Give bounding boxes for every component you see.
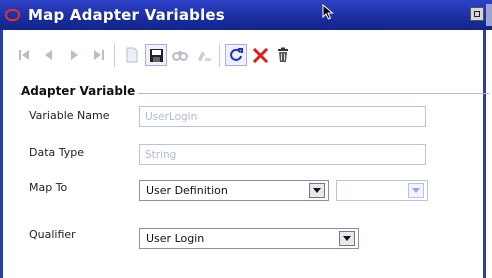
map-to-dropdown-button[interactable] (309, 183, 325, 198)
variable-name-field[interactable]: UserLogin (139, 106, 426, 127)
qualifier-value: User Login (146, 232, 205, 245)
window-title: Map Adapter Variables (28, 6, 225, 24)
map-to-label: Map To (29, 181, 68, 194)
data-type-field[interactable]: String (139, 144, 426, 165)
last-record-button[interactable] (88, 44, 110, 66)
restore-window-button[interactable] (470, 7, 484, 21)
dialog-body: Adapter Variable Variable Name UserLogin… (0, 30, 489, 278)
first-record-button[interactable] (13, 44, 35, 66)
next-record-button[interactable] (63, 44, 85, 66)
next-record-icon (71, 50, 78, 60)
map-to-secondary-dropdown-button[interactable] (408, 183, 424, 198)
map-to-value: User Definition (146, 184, 228, 197)
toolbar-separator (114, 44, 115, 67)
cancel-button[interactable] (249, 44, 271, 66)
window-edge (486, 4, 492, 26)
toolbar-separator (219, 44, 220, 67)
qualifier-label: Qualifier (29, 228, 76, 241)
variable-name-label: Variable Name (29, 109, 110, 122)
save-button[interactable] (145, 44, 167, 66)
previous-record-button[interactable] (38, 44, 60, 66)
clear-icon (198, 51, 211, 61)
oracle-logo-icon (5, 9, 20, 21)
chevron-down-icon (313, 187, 321, 193)
new-document-button[interactable] (121, 44, 143, 66)
toolbar (13, 41, 483, 71)
find-icon (172, 51, 188, 61)
chevron-down-icon (412, 187, 420, 193)
qualifier-dropdown-button[interactable] (339, 231, 355, 246)
refresh-button[interactable] (225, 44, 247, 66)
qualifier-select[interactable]: User Login (139, 228, 359, 249)
delete-icon (278, 47, 288, 62)
cancel-icon (252, 47, 268, 63)
previous-record-icon (45, 50, 52, 60)
map-to-select[interactable]: User Definition (139, 180, 329, 201)
data-type-label: Data Type (29, 146, 85, 159)
adapter-variable-group: Adapter Variable Variable Name UserLogin… (19, 84, 489, 274)
chevron-down-icon (343, 235, 351, 241)
new-document-icon (126, 47, 138, 63)
map-to-secondary-select[interactable] (336, 180, 428, 201)
find-button[interactable] (169, 44, 191, 66)
group-title: Adapter Variable (21, 84, 139, 98)
title-bar: Map Adapter Variables (0, 0, 492, 30)
mouse-cursor-icon (322, 4, 334, 20)
save-icon (149, 48, 163, 62)
last-record-icon (94, 50, 104, 60)
clear-button[interactable] (193, 44, 215, 66)
refresh-icon (230, 48, 243, 61)
delete-button[interactable] (272, 44, 294, 66)
first-record-icon (19, 50, 29, 60)
